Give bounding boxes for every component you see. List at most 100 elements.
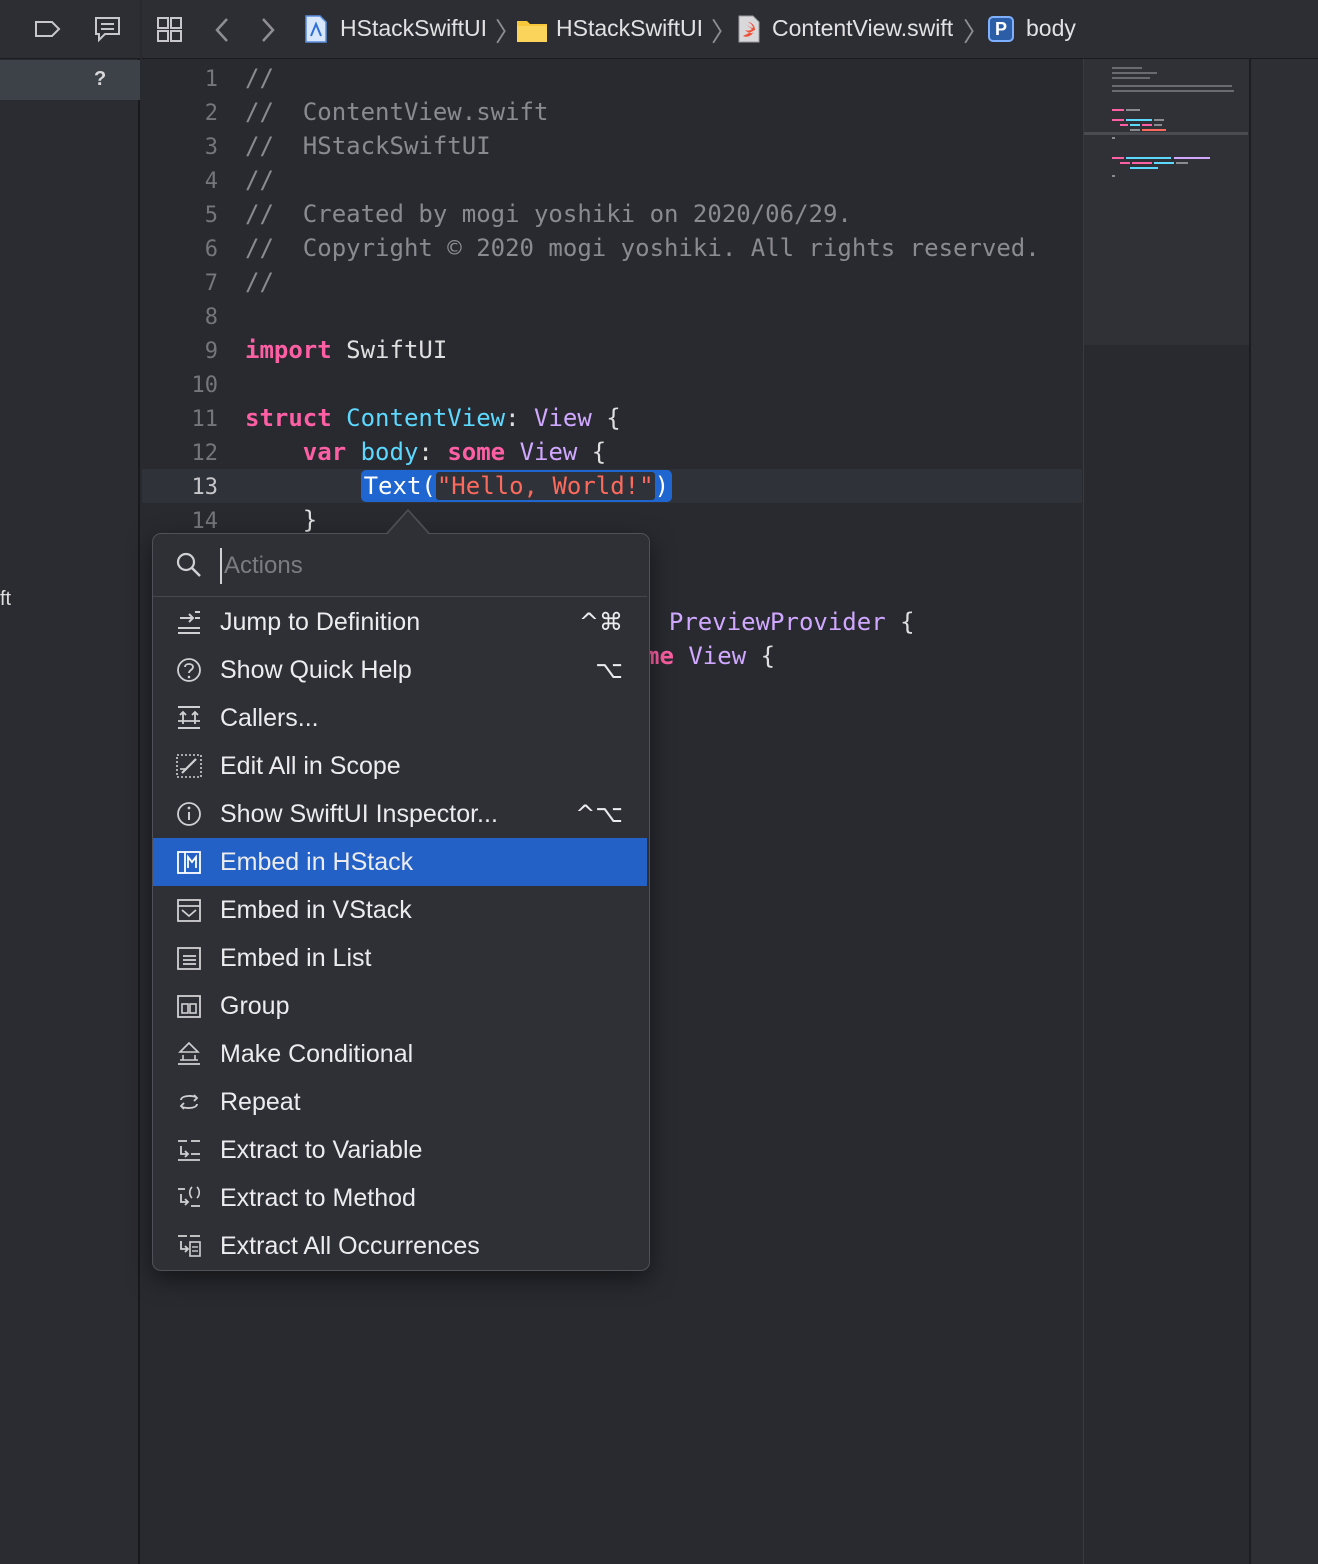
edit-scope-icon	[176, 754, 202, 778]
actions-search-input[interactable]	[220, 548, 626, 584]
code-line-body[interactable]: var body: some View {	[245, 438, 606, 466]
action-item-group[interactable]: Group	[153, 982, 647, 1030]
property-badge-icon: P	[988, 16, 1014, 42]
extract-variable-icon	[178, 1140, 200, 1161]
navigator-truncated-label[interactable]: ft	[0, 588, 11, 611]
module-name: SwiftUI	[331, 336, 448, 364]
action-item-extract-to-method[interactable]: Extract to Method	[153, 1174, 647, 1222]
breadcrumb-separator: 〉	[711, 17, 738, 47]
action-item-make-conditional[interactable]: Make Conditional	[153, 1030, 647, 1078]
breadcrumb-separator: 〉	[963, 17, 990, 47]
punctuation: {	[746, 642, 776, 670]
call-expression: Text(	[363, 472, 436, 500]
conditional-icon	[178, 1041, 200, 1065]
breadcrumb-file[interactable]: ContentView.swift	[772, 15, 953, 42]
action-item-label: Edit All in Scope	[220, 752, 401, 780]
code-comment[interactable]: // Copyright © 2020 mogi yoshiki. All ri…	[245, 234, 1040, 262]
forward-chevron-icon[interactable]	[258, 16, 278, 44]
action-item-label: Embed in List	[220, 944, 372, 972]
line-number: 1	[204, 67, 218, 92]
code-line-struct[interactable]: struct ContentView: View {	[245, 404, 621, 432]
string-literal: "Hello, World!"	[435, 472, 655, 500]
code-comment[interactable]: //	[245, 64, 274, 92]
inspector-edge	[1249, 59, 1318, 1564]
punctuation: :	[505, 404, 535, 432]
comment-icon[interactable]	[93, 15, 123, 43]
navigator-toolbar	[0, 0, 140, 59]
keyword-import: import	[245, 336, 332, 364]
keyword-var: var	[302, 438, 347, 466]
punctuation: )	[654, 472, 670, 500]
action-item-label: Embed in VStack	[220, 896, 412, 924]
punctuation: {	[591, 404, 621, 432]
punctuation: {	[885, 608, 915, 636]
action-item-embed-in-hstack[interactable]: Embed in HStack	[153, 838, 647, 886]
line-number: 9	[204, 339, 218, 364]
list-icon	[177, 947, 201, 970]
action-item-edit-all-in-scope[interactable]: Edit All in Scope	[153, 742, 647, 790]
extract-all-icon	[178, 1235, 201, 1257]
callers-icon	[178, 706, 200, 729]
tag-icon[interactable]	[34, 18, 62, 40]
action-item-extract-to-variable[interactable]: Extract to Variable	[153, 1126, 647, 1174]
action-item-embed-in-vstack[interactable]: Embed in VStack	[153, 886, 647, 934]
action-item-label: Jump to Definition	[220, 608, 421, 636]
line-number: 10	[191, 373, 219, 398]
closing-brace: }	[302, 506, 318, 534]
related-items-grid-icon[interactable]	[156, 16, 184, 44]
action-item-label: Make Conditional	[220, 1040, 414, 1068]
code-line-text[interactable]: Text("Hello, World!")	[245, 470, 673, 502]
breadcrumb-symbol[interactable]: body	[1026, 15, 1076, 42]
vstack-icon	[177, 899, 201, 922]
repeat-icon	[179, 1094, 199, 1110]
code-comment[interactable]: //	[245, 268, 274, 296]
action-item-label: Extract to Variable	[220, 1136, 423, 1164]
search-icon	[176, 552, 201, 577]
action-item-show-quick-help[interactable]: Show Quick Help ⌥	[153, 646, 647, 694]
code-line-preview-provider[interactable]: : PreviewProvider {	[640, 608, 915, 636]
punctuation: :	[418, 438, 448, 466]
code-comment[interactable]: // HStackSwiftUI	[245, 132, 491, 160]
action-item-show-swiftui-inspector[interactable]: Show SwiftUI Inspector... ^⌥	[153, 790, 647, 838]
code-line-previews[interactable]: me View {	[645, 642, 775, 670]
info-circle-icon	[177, 802, 201, 826]
navigator-panel	[0, 0, 140, 1564]
line-number: 8	[204, 305, 218, 330]
action-item-jump-to-definition[interactable]: Jump to Definition ^⌘	[153, 598, 647, 646]
selected-expression[interactable]: Text("Hello, World!")	[360, 470, 673, 502]
group-icon	[177, 995, 201, 1018]
action-item-embed-in-list[interactable]: Embed in List	[153, 934, 647, 982]
breadcrumb-project[interactable]: HStackSwiftUI	[340, 15, 487, 42]
action-item-label: Show SwiftUI Inspector...	[220, 800, 498, 828]
code-line-import[interactable]: import SwiftUI	[245, 336, 447, 364]
action-item-repeat[interactable]: Repeat	[153, 1078, 647, 1126]
code-line-close[interactable]: }	[245, 506, 317, 534]
back-chevron-icon[interactable]	[212, 16, 232, 44]
navigator-selected-row[interactable]	[0, 60, 140, 100]
type-name: View	[519, 438, 578, 466]
popover-arrow-fill	[388, 511, 428, 534]
action-item-label: Callers...	[220, 704, 319, 732]
action-item-label: Show Quick Help	[220, 656, 412, 684]
help-indicator: ?	[94, 68, 107, 90]
toolbar-edge-icon	[0, 20, 2, 38]
action-item-callers[interactable]: Callers...	[153, 694, 647, 742]
type-name: View	[688, 642, 747, 670]
question-circle-icon	[177, 658, 201, 682]
action-item-label: Embed in HStack	[220, 848, 414, 876]
code-comment[interactable]: // ContentView.swift	[245, 98, 548, 126]
struct-name: ContentView	[346, 404, 506, 432]
keyword-struct: struct	[245, 404, 332, 432]
action-item-label: Extract to Method	[220, 1184, 416, 1212]
line-number: 7	[204, 271, 218, 296]
minimap-visible-region[interactable]	[1084, 59, 1249, 345]
extract-method-icon	[178, 1186, 201, 1207]
keyboard-shortcut: ⌥	[595, 656, 623, 684]
code-comment[interactable]: // Created by mogi yoshiki on 2020/06/29…	[245, 200, 852, 228]
action-item-extract-all-occurrences[interactable]: Extract All Occurrences	[153, 1222, 647, 1270]
breadcrumb-folder[interactable]: HStackSwiftUI	[556, 15, 703, 42]
action-item-label: Extract All Occurrences	[220, 1232, 480, 1260]
line-number: 5	[204, 203, 218, 228]
code-comment[interactable]: //	[245, 166, 274, 194]
jump-icon	[178, 611, 200, 634]
